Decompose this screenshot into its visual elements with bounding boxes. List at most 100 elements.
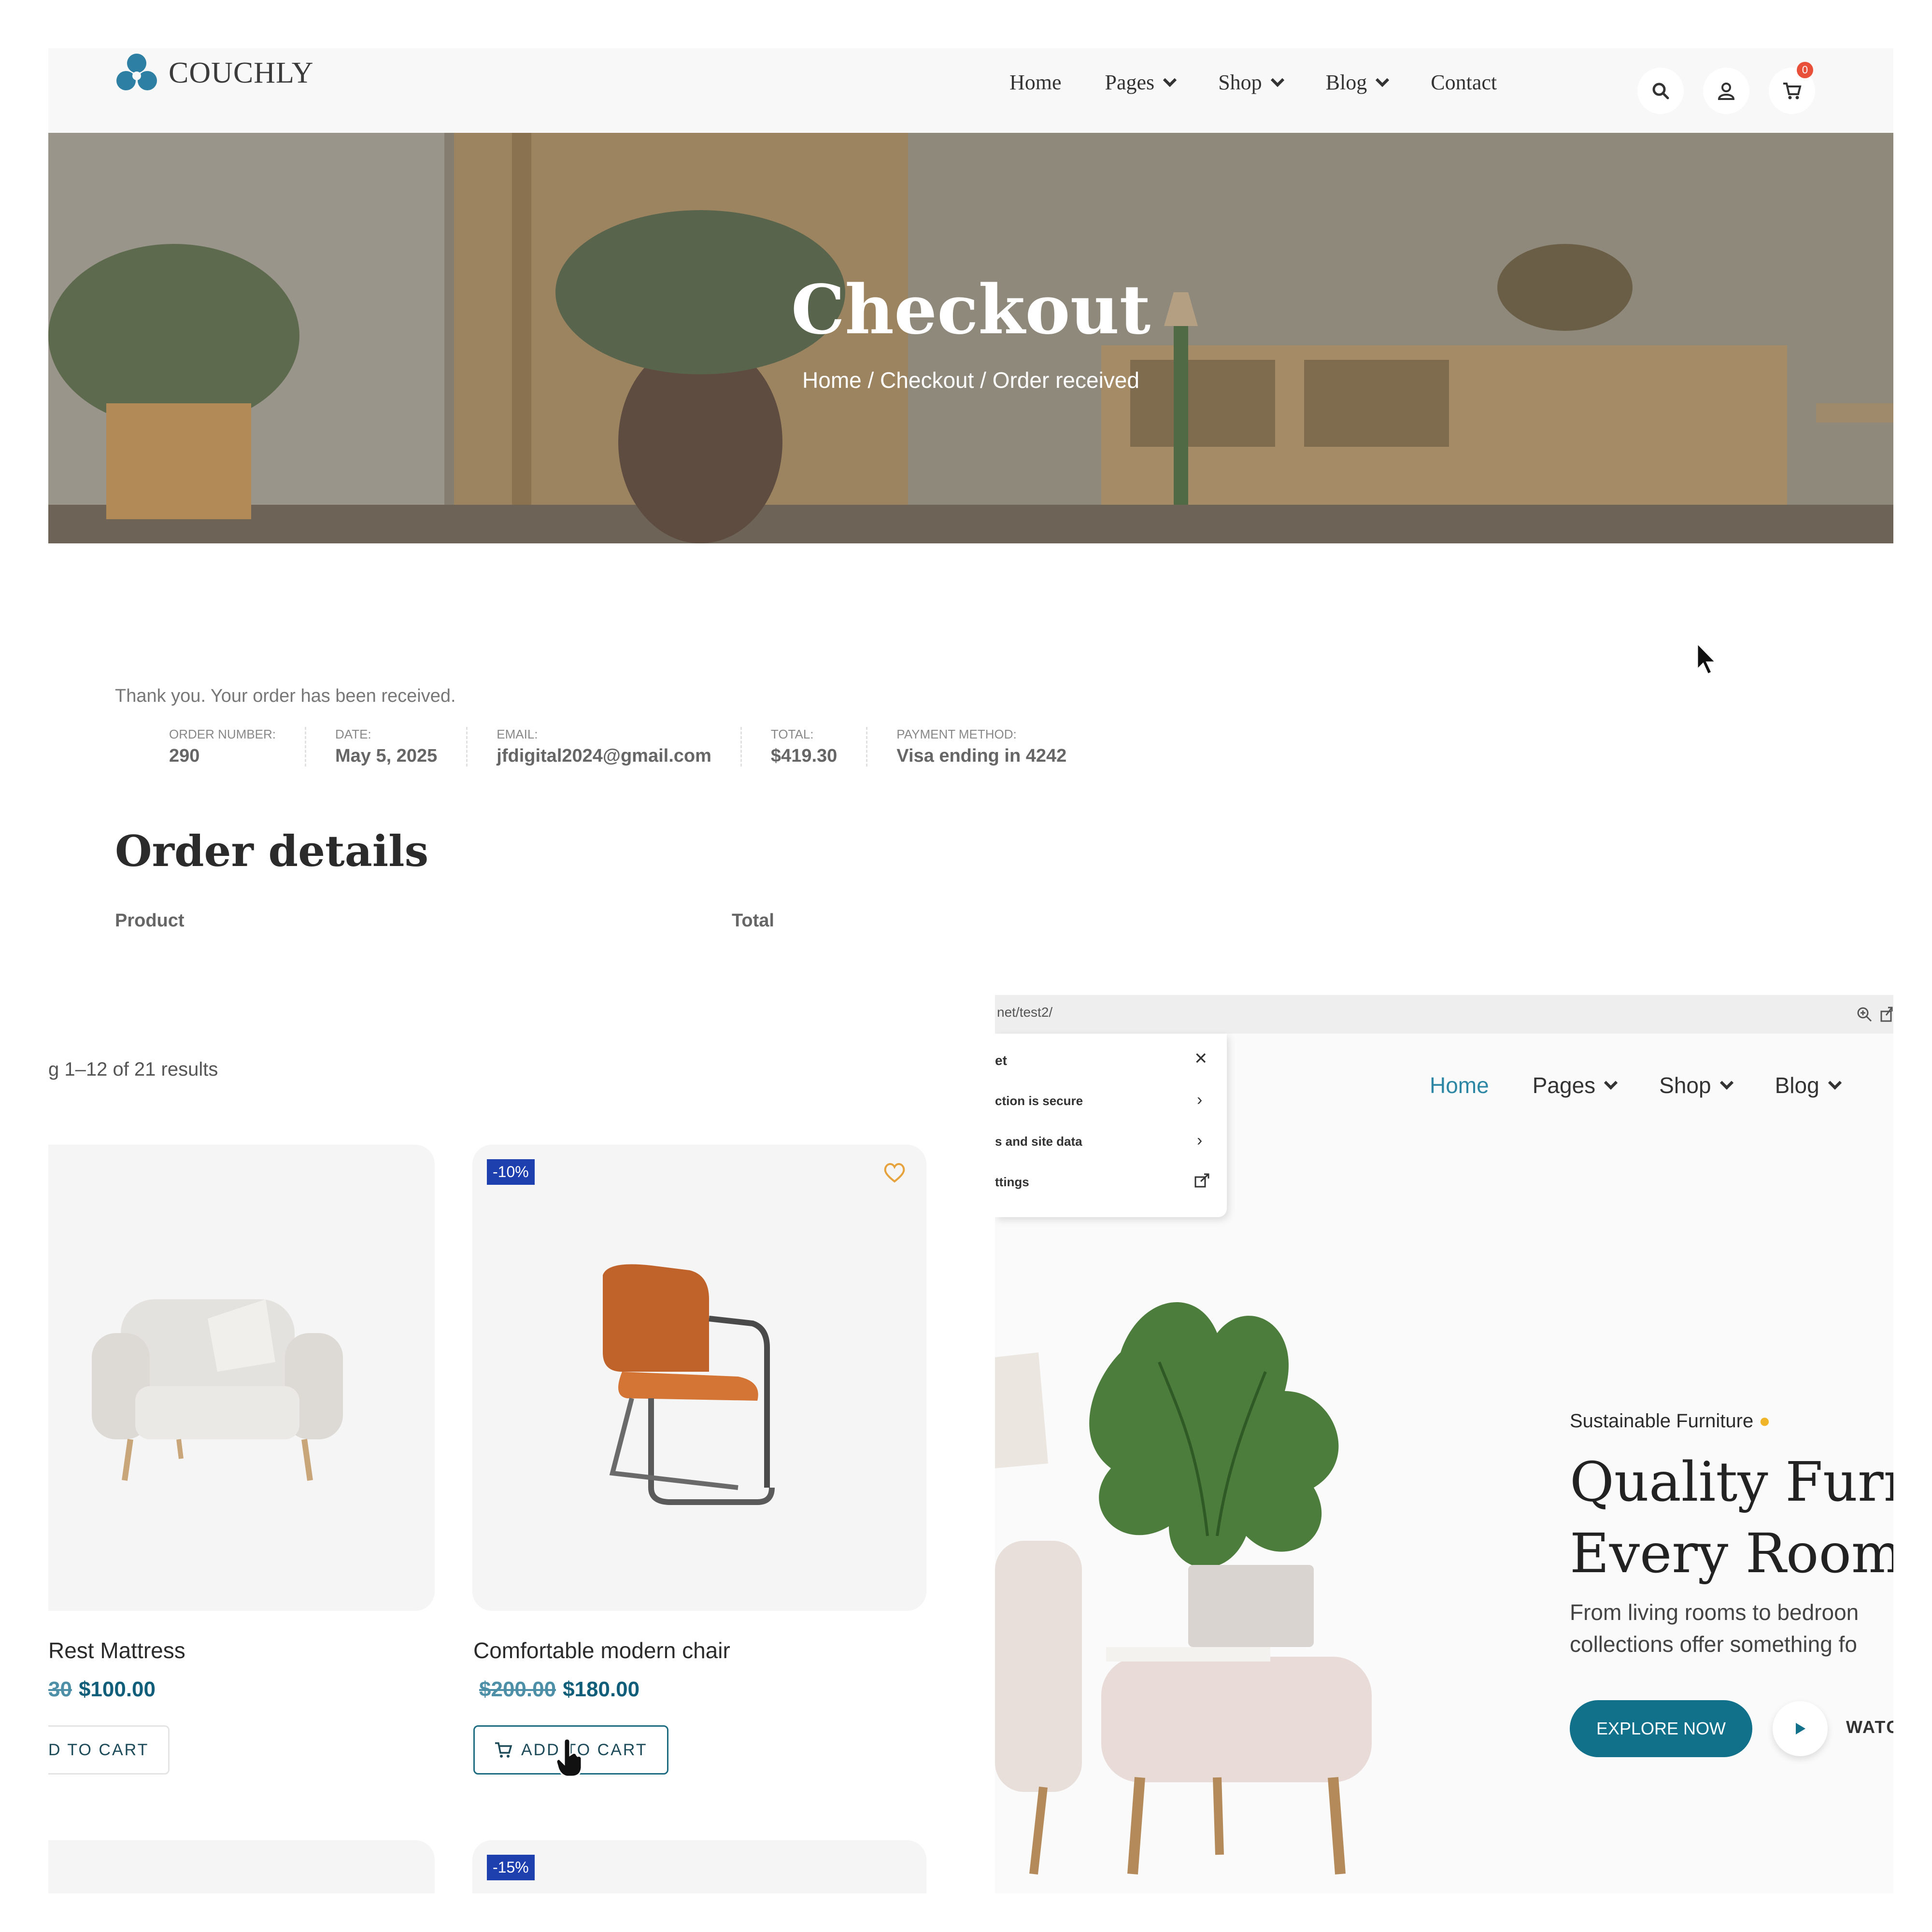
logo-icon — [116, 54, 157, 90]
browser-preview: net/test2/ et ✕ ction is secure › s and … — [995, 995, 1893, 1893]
address-bar[interactable]: net/test2/ — [995, 995, 1893, 1034]
hero-subtext-line-1: From living rooms to bedroon — [1570, 1600, 1859, 1625]
product-card-image[interactable]: -10% — [472, 1145, 926, 1611]
product-name[interactable]: Comfortable modern chair — [473, 1637, 730, 1663]
user-icon — [1718, 83, 1735, 100]
preview-nav-blog[interactable]: Blog — [1775, 1072, 1842, 1098]
chevron-down-icon — [1719, 1076, 1733, 1090]
chevron-right-icon: › — [1197, 1131, 1203, 1150]
nav-pages-label: Pages — [1105, 71, 1155, 94]
preview-nav-home[interactable]: Home — [1430, 1072, 1489, 1098]
preview-nav-shop-label: Shop — [1659, 1073, 1711, 1098]
preview-nav-blog-label: Blog — [1775, 1073, 1819, 1098]
cart-count-badge: 0 — [1797, 62, 1813, 78]
popup-site-settings[interactable]: ttings — [995, 1175, 1029, 1190]
product-card-image[interactable] — [48, 1840, 435, 1893]
search-button[interactable] — [1637, 68, 1684, 114]
chevron-down-icon — [1828, 1076, 1842, 1090]
add-to-cart-button[interactable]: D TO CART — [48, 1725, 170, 1775]
nav-home-label: Home — [1009, 71, 1062, 94]
order-total-label: TOTAL: — [770, 727, 814, 741]
site-logo[interactable]: COUCHLY — [114, 51, 313, 95]
breadcrumb: Home / Checkout / Order received — [802, 368, 1139, 393]
hero-headline: Quality Furn Every Room — [1570, 1447, 1893, 1590]
share-icon[interactable] — [1880, 1006, 1893, 1023]
close-icon[interactable]: ✕ — [1194, 1049, 1208, 1068]
hero-kicker: Sustainable Furniture ● — [1570, 1410, 1771, 1432]
order-total: TOTAL: $419.30 — [770, 727, 868, 767]
page-banner: Checkout Home / Checkout / Order receive… — [48, 133, 1893, 543]
nav-shop[interactable]: Shop — [1218, 70, 1284, 95]
hero-subtext: From living rooms to bedroon collections… — [1570, 1596, 1859, 1660]
chevron-down-icon — [1376, 73, 1390, 87]
explore-now-label: EXPLORE NOW — [1596, 1719, 1726, 1738]
watch-video-label[interactable]: WATC — [1846, 1717, 1893, 1737]
preview-nav-home-label: Home — [1430, 1073, 1489, 1098]
hero-subtext-line-2: collections offer something fo — [1570, 1632, 1857, 1657]
cart-icon — [495, 1742, 512, 1758]
site-header: COUCHLY Home Pages Shop Blog Contact 0 — [48, 48, 1893, 133]
hand-cursor-icon — [555, 1739, 582, 1777]
order-date-label: DATE: — [335, 727, 371, 741]
order-number-label: ORDER NUMBER: — [169, 727, 276, 741]
cart-button[interactable]: 0 — [1769, 62, 1815, 114]
results-count: g 1–12 of 21 results — [48, 1059, 218, 1080]
discount-badge: -15% — [487, 1855, 535, 1880]
order-number: ORDER NUMBER: 290 — [169, 727, 307, 767]
order-total-value: $419.30 — [770, 746, 838, 766]
nav-blog[interactable]: Blog — [1325, 70, 1390, 95]
hero-kicker-text: Sustainable Furniture — [1570, 1410, 1754, 1432]
nav-home[interactable]: Home — [1009, 70, 1062, 95]
chevron-right-icon: › — [1197, 1091, 1203, 1109]
product-card-image[interactable]: -15% — [472, 1840, 926, 1893]
preview-nav-pages-label: Pages — [1532, 1073, 1596, 1098]
explore-now-button[interactable]: EXPLORE NOW — [1570, 1700, 1752, 1757]
nav-contact[interactable]: Contact — [1431, 70, 1497, 95]
main-nav: Home Pages Shop Blog Contact — [1009, 70, 1497, 95]
order-email-value: jfdigital2024@gmail.com — [497, 746, 711, 766]
header-actions: 0 — [1637, 62, 1815, 114]
preview-nav: Home Pages Shop Blog — [1430, 1072, 1842, 1098]
popup-cookies[interactable]: s and site data — [995, 1134, 1082, 1149]
add-to-cart-label: D TO CART — [48, 1740, 149, 1759]
popup-connection-secure[interactable]: ction is secure — [995, 1094, 1083, 1108]
preview-nav-pages[interactable]: Pages — [1532, 1072, 1618, 1098]
medal-icon: ● — [1759, 1410, 1771, 1432]
price-sale: $100.00 — [78, 1677, 156, 1701]
chevron-down-icon — [1270, 73, 1284, 87]
price-original: 30 — [48, 1677, 72, 1701]
zoom-icon[interactable] — [1856, 1006, 1873, 1023]
logo-text: COUCHLY — [169, 56, 314, 89]
nav-pages[interactable]: Pages — [1105, 70, 1177, 95]
url-text: net/test2/ — [997, 1005, 1053, 1020]
order-payment-value: Visa ending in 4242 — [896, 746, 1067, 766]
office-chair-image — [603, 1264, 775, 1505]
hero-headline-line-1: Quality Furn — [1570, 1451, 1893, 1514]
nav-contact-label: Contact — [1431, 71, 1497, 94]
popup-item-label: ttings — [995, 1175, 1029, 1189]
nav-shop-label: Shop — [1218, 71, 1262, 94]
product-price: 30 $100.00 — [48, 1677, 156, 1702]
popup-title: et — [995, 1053, 1007, 1068]
search-icon — [1652, 83, 1669, 99]
order-email: EMAIL: jfdigital2024@gmail.com — [497, 727, 742, 767]
account-button[interactable] — [1703, 68, 1749, 114]
order-received-message: Thank you. Your order has been received. — [115, 686, 456, 706]
site-info-popup: et ✕ ction is secure › s and site data ›… — [995, 1034, 1227, 1217]
product-card-image[interactable] — [48, 1145, 435, 1611]
nav-blog-label: Blog — [1325, 71, 1367, 94]
chevron-down-icon — [1163, 73, 1177, 87]
cart-icon — [1783, 83, 1802, 99]
order-col-total: Total — [732, 910, 774, 931]
price-sale: $180.00 — [563, 1677, 640, 1701]
order-date-value: May 5, 2025 — [335, 746, 438, 766]
product-price: $200.00 $180.00 — [479, 1677, 639, 1702]
product-name[interactable]: Rest Mattress — [48, 1637, 185, 1663]
play-video-button[interactable] — [1773, 1701, 1828, 1756]
order-email-label: EMAIL: — [497, 727, 538, 741]
discount-badge: -10% — [487, 1159, 535, 1185]
heart-icon[interactable] — [883, 1162, 906, 1183]
chevron-down-icon — [1604, 1076, 1618, 1090]
order-details-title: Order details — [115, 826, 429, 876]
preview-nav-shop[interactable]: Shop — [1659, 1072, 1733, 1098]
